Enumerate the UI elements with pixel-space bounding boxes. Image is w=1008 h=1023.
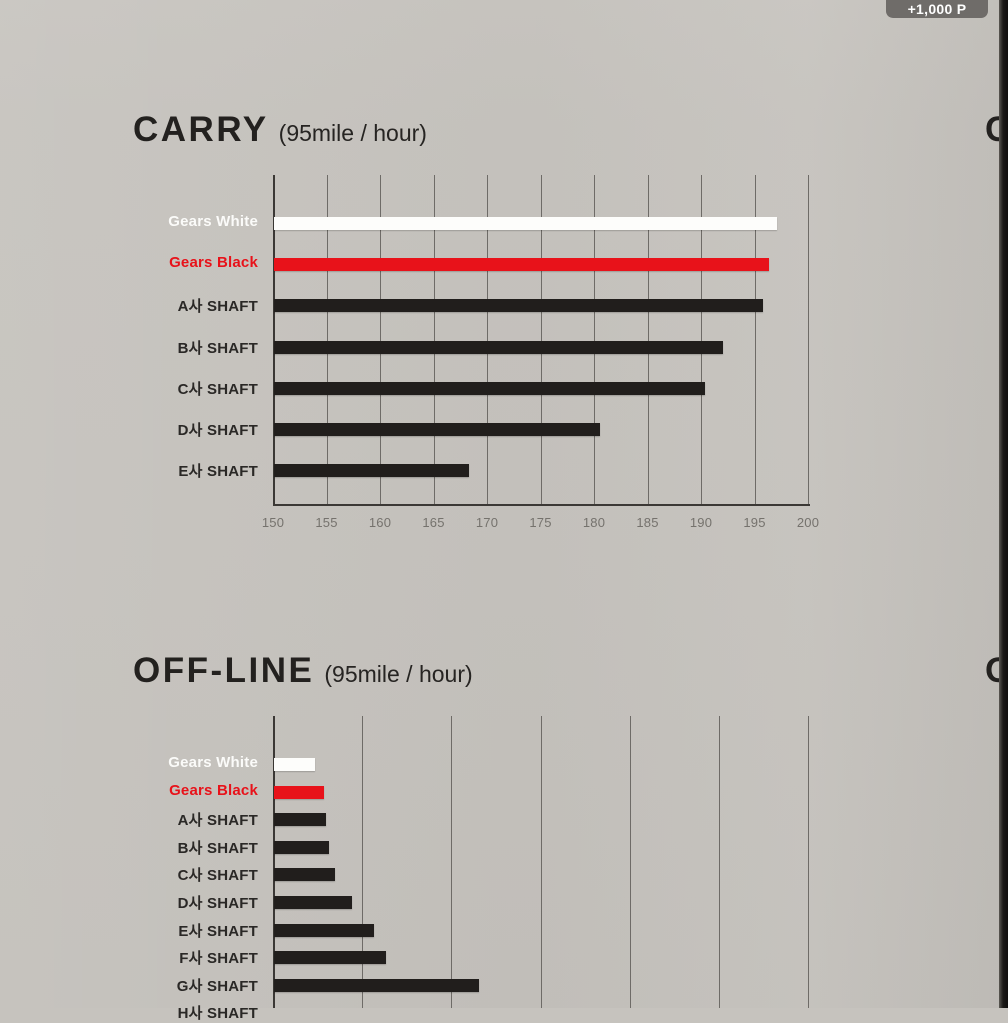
chart-offline: OFF-LINE (95mile / hour) O Gears White Gea… [0, 0, 1008, 1022]
bar-c-shaft [274, 868, 335, 882]
document-page: CARRY (95mile / hour) C Gears White Gears … [0, 0, 1008, 1022]
row-label: G사 SHAFT [176, 977, 258, 995]
row-label: E사 SHAFT [178, 922, 258, 940]
gridline [540, 716, 542, 1008]
row-label: Gears Black [169, 781, 258, 799]
bar-d-shaft [274, 896, 353, 909]
bar-e-shaft [274, 923, 374, 937]
row-label: C사 SHAFT [177, 867, 258, 885]
chart-offline-title-sub: (95mile / hour) [324, 661, 473, 687]
chart-offline-title: OFF-LINE (95mile / hour) [133, 651, 473, 691]
row-label: Gears White [168, 754, 258, 771]
gridline [629, 716, 631, 1008]
row-label: D사 SHAFT [177, 895, 258, 912]
row-label: H사 SHAFT [177, 1005, 258, 1023]
row-label: F사 SHAFT [179, 950, 258, 968]
gridline [808, 716, 809, 1008]
gridline [451, 716, 453, 1008]
gridline [362, 716, 364, 1008]
gridline [718, 716, 720, 1008]
bar-gears-black [274, 785, 324, 799]
chart-offline-plot: Gears White Gears Black A사 SHAFT B사 SHAFT C사… [168, 716, 809, 1022]
bar-a-shaft [274, 813, 326, 827]
bar-b-shaft [274, 840, 330, 854]
points-badge[interactable]: +1,000 P [886, 0, 988, 18]
bar-f-shaft [274, 951, 387, 965]
row-label: B사 SHAFT [177, 839, 258, 857]
bar-gears-white [274, 758, 316, 771]
row-label: A사 SHAFT [177, 812, 258, 830]
page-right-edge [999, 0, 1008, 1008]
chart-offline-title-main: OFF-LINE [133, 651, 315, 690]
bar-g-shaft [274, 978, 480, 992]
